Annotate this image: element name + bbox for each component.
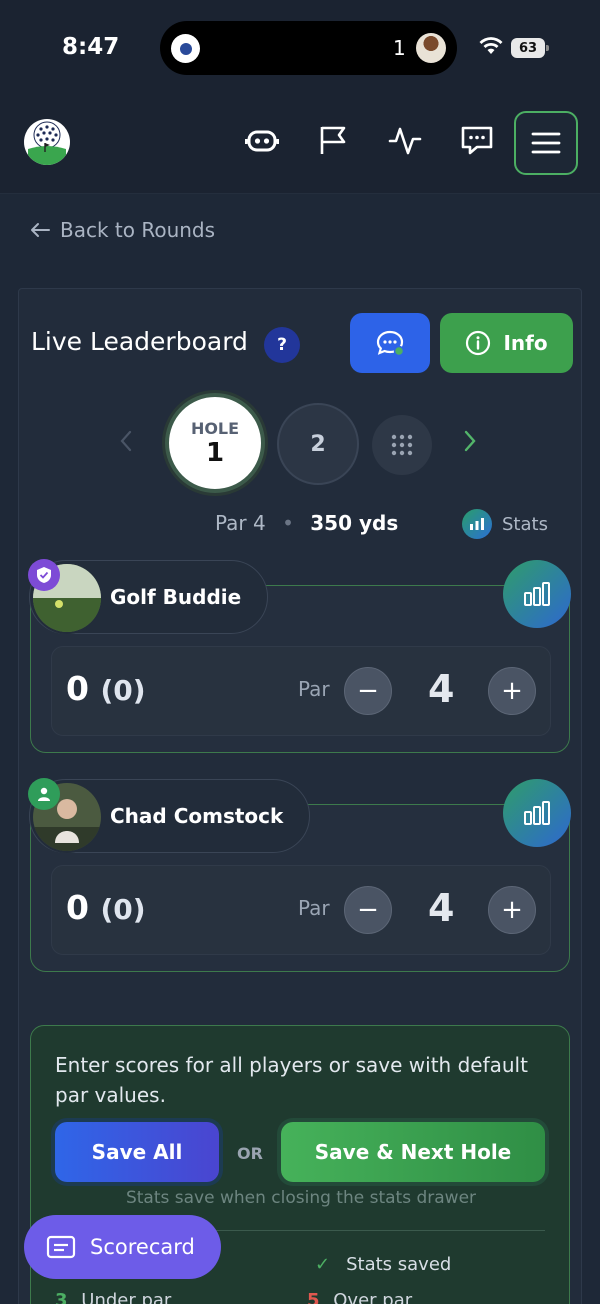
save-next-hole-button[interactable]: Save & Next Hole — [281, 1122, 545, 1182]
scorecard-button[interactable]: Scorecard — [24, 1215, 221, 1279]
check-icon: ✓ — [315, 1254, 331, 1275]
battery-icon: 63 — [511, 38, 549, 58]
hole-1-button[interactable]: HOLE 1 — [165, 393, 265, 493]
save-hint: Stats save when closing the stats drawer — [125, 1188, 477, 1208]
robot-icon[interactable] — [245, 123, 279, 157]
under-par-number: 3 — [55, 1290, 68, 1304]
player-stats-button[interactable] — [503, 779, 571, 847]
par-label: Par — [298, 896, 330, 920]
score-entry: 0 (0) Par − 4 + — [51, 865, 551, 955]
stats-link[interactable]: Stats — [462, 509, 548, 539]
wifi-icon — [479, 37, 503, 54]
to-par-score: (0) — [100, 893, 146, 926]
under-par-legend: 3 Under par — [55, 1290, 171, 1304]
strokes-value: 4 — [428, 667, 455, 711]
battery-level: 63 — [511, 38, 545, 58]
hole-label: HOLE — [190, 418, 240, 438]
menu-icon — [531, 132, 561, 154]
under-par-label: Under par — [81, 1290, 172, 1304]
card-icon — [46, 1235, 76, 1259]
hole-yards: 350 yds — [310, 511, 399, 535]
score-entry: 0 (0) Par − 4 + — [51, 646, 551, 736]
player-card: Golf Buddie 0 (0) Par − 4 + — [28, 559, 571, 753]
player-name: Golf Buddie — [110, 585, 242, 609]
arrow-left-icon — [31, 223, 50, 237]
decrement-button[interactable]: − — [344, 667, 392, 715]
par-label: Par — [298, 677, 330, 701]
total-score: 0 — [66, 669, 89, 708]
player-stats-button[interactable] — [503, 560, 571, 628]
stats-saved-legend: ✓ Stats saved — [315, 1254, 451, 1275]
hole-par-info: Par 4 • 350 yds — [215, 511, 398, 535]
save-all-button[interactable]: Save All — [55, 1122, 219, 1182]
over-par-legend: 5 Over par — [307, 1290, 412, 1304]
leaderboard-title: Live Leaderboard — [31, 327, 248, 356]
activity-icon[interactable] — [388, 123, 422, 157]
chevron-left-icon — [120, 430, 132, 452]
or-label: OR — [237, 1144, 263, 1163]
chevron-right-icon — [464, 430, 476, 452]
live-activity-avatar — [416, 33, 446, 63]
player-total: 0 (0) — [66, 888, 146, 927]
top-nav — [0, 95, 600, 194]
over-par-label: Over par — [333, 1290, 413, 1304]
status-time: 8:47 — [62, 34, 120, 60]
page-content: Back to Rounds Live Leaderboard ? Info H… — [0, 194, 600, 1304]
user-icon — [28, 778, 60, 810]
dynamic-island[interactable]: 1 — [160, 21, 457, 75]
hole-par: Par 4 — [215, 511, 266, 535]
hole-2-button[interactable]: 2 — [277, 403, 359, 485]
next-hole-button[interactable] — [463, 429, 477, 460]
live-activity-count: 1 — [393, 36, 406, 60]
player-card: Chad Comstock 0 (0) Par − 4 + — [28, 778, 571, 972]
chat-bubble-icon — [376, 330, 405, 357]
player-name: Chad Comstock — [110, 804, 284, 828]
stats-saved-label: Stats saved — [346, 1254, 452, 1275]
scorecard-label: Scorecard — [90, 1235, 195, 1259]
status-bar: 8:47 1 63 — [0, 0, 600, 95]
verified-shield-icon — [28, 559, 60, 591]
leaderboard-card: Live Leaderboard ? Info HOLE 1 2 Par 4 •… — [18, 288, 582, 1304]
bar-chart-icon — [462, 509, 492, 539]
stats-label: Stats — [502, 513, 548, 535]
previous-hole-button[interactable] — [119, 429, 133, 460]
separator-dot: • — [282, 511, 294, 535]
total-score: 0 — [66, 888, 89, 927]
increment-button[interactable]: + — [488, 886, 536, 934]
over-par-number: 5 — [307, 1290, 320, 1304]
leaderboard-chat-button[interactable] — [350, 313, 430, 373]
app-frame: 8:47 1 63 Back to Rounds Live Leaderboar… — [0, 0, 600, 1304]
chat-icon[interactable] — [460, 123, 494, 157]
help-button[interactable]: ? — [264, 327, 300, 363]
bar-chart-icon — [524, 582, 550, 606]
strokes-value: 4 — [428, 886, 455, 930]
player-total: 0 (0) — [66, 669, 146, 708]
back-label: Back to Rounds — [60, 218, 216, 242]
back-to-rounds-link[interactable]: Back to Rounds — [30, 218, 215, 242]
menu-button[interactable] — [514, 111, 578, 175]
golf-logo[interactable] — [24, 119, 70, 165]
grid-dots-icon — [391, 434, 413, 456]
flag-icon[interactable] — [317, 123, 351, 157]
bar-chart-icon — [524, 801, 550, 825]
info-icon — [466, 330, 491, 356]
to-par-score: (0) — [100, 674, 146, 707]
app-activity-icon — [171, 34, 200, 63]
hole-number: 1 — [205, 437, 225, 468]
save-instructions: Enter scores for all players or save wit… — [55, 1053, 528, 1107]
info-button[interactable]: Info — [440, 313, 573, 373]
decrement-button[interactable]: − — [344, 886, 392, 934]
increment-button[interactable]: + — [488, 667, 536, 715]
info-label: Info — [503, 331, 548, 355]
all-holes-button[interactable] — [372, 415, 432, 475]
